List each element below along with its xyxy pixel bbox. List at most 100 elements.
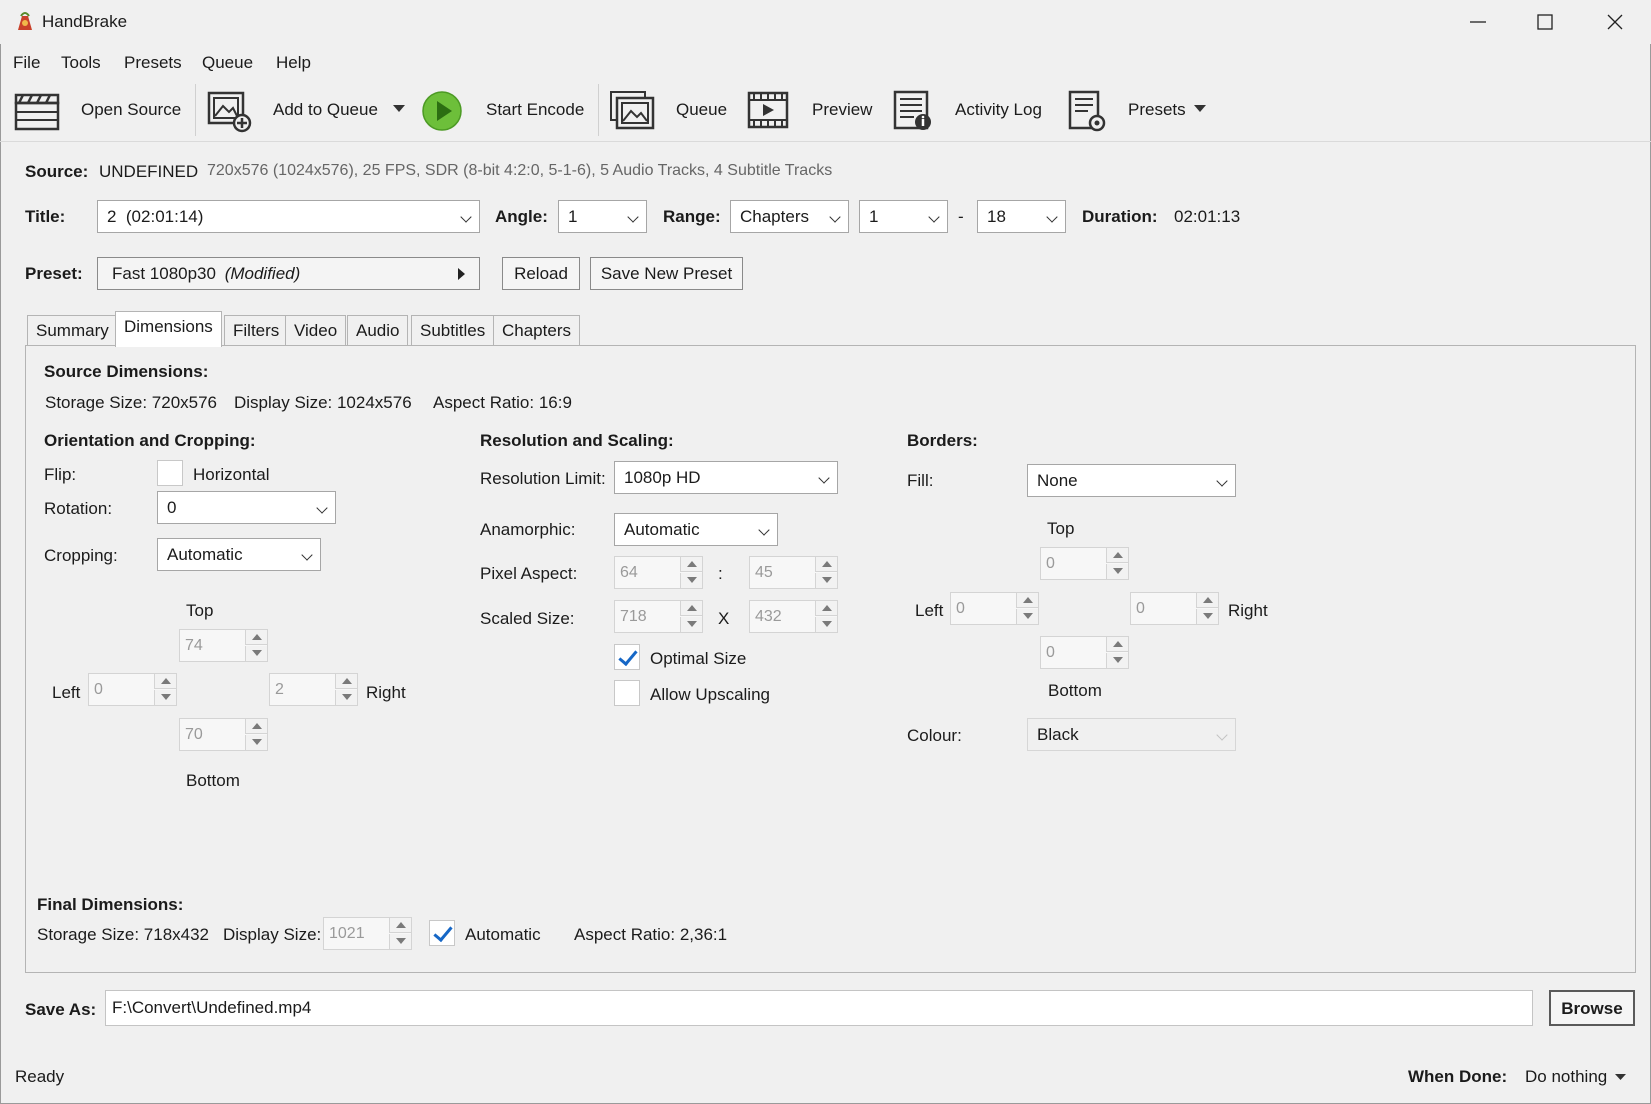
- status-text: Ready: [15, 1067, 65, 1086]
- activity-log-icon: [893, 90, 931, 130]
- spin-up-icon[interactable]: [245, 630, 267, 645]
- close-icon[interactable]: [1603, 10, 1627, 34]
- flip-horizontal-checkbox[interactable]: [157, 460, 183, 486]
- border-left-input[interactable]: 0: [950, 592, 1039, 625]
- spin-up-icon[interactable]: [335, 674, 357, 689]
- browse-button[interactable]: Browse: [1549, 990, 1635, 1026]
- rotation-select[interactable]: 0: [157, 491, 336, 524]
- spin-down-icon[interactable]: [815, 573, 837, 588]
- spin-up-icon[interactable]: [680, 601, 702, 616]
- range-end-select[interactable]: 18: [977, 200, 1066, 233]
- angle-label: Angle:: [495, 207, 548, 226]
- play-icon: [422, 91, 462, 131]
- flip-horizontal-label: Horizontal: [193, 465, 270, 484]
- spin-up-icon[interactable]: [1106, 548, 1128, 563]
- preset-modified: (Modified): [224, 264, 301, 283]
- menu-file[interactable]: File: [13, 53, 40, 73]
- crop-top-input[interactable]: 74: [179, 629, 268, 662]
- resolution-limit-value: 1080p HD: [624, 468, 701, 487]
- scaled-width-input[interactable]: 718: [614, 600, 703, 633]
- spin-up-icon[interactable]: [245, 719, 267, 734]
- border-top-input[interactable]: 0: [1040, 547, 1129, 580]
- menu-presets[interactable]: Presets: [124, 53, 182, 73]
- final-display-size-input[interactable]: 1021: [323, 917, 412, 950]
- pixel-aspect-width-input[interactable]: 64: [614, 556, 703, 589]
- tab-audio[interactable]: Audio: [347, 315, 409, 345]
- title-select[interactable]: 2 (02:01:14): [97, 200, 480, 233]
- spin-up-icon[interactable]: [389, 918, 411, 933]
- chevron-down-icon: [1216, 729, 1228, 741]
- source-name: UNDEFINED: [99, 162, 199, 181]
- save-new-preset-button[interactable]: Save New Preset: [590, 257, 743, 290]
- preset-selector[interactable]: Fast 1080p30 (Modified): [97, 257, 480, 290]
- final-automatic-checkbox[interactable]: [429, 920, 455, 946]
- tab-filters[interactable]: Filters: [224, 315, 289, 345]
- chevron-down-icon: [301, 549, 313, 561]
- spin-down-icon[interactable]: [335, 690, 357, 705]
- crop-bottom-input[interactable]: 70: [179, 718, 268, 751]
- reload-button[interactable]: Reload: [502, 257, 580, 290]
- pixel-aspect-height-input[interactable]: 45: [749, 556, 838, 589]
- menu-queue[interactable]: Queue: [202, 53, 253, 73]
- colour-select[interactable]: Black: [1027, 718, 1236, 751]
- save-as-label: Save As:: [25, 1000, 97, 1019]
- range-start-select[interactable]: 1: [859, 200, 948, 233]
- add-image-icon: [207, 91, 252, 133]
- spin-up-icon[interactable]: [680, 557, 702, 572]
- title-value: 2 (02:01:14): [107, 207, 204, 226]
- border-right-input[interactable]: 0: [1130, 592, 1219, 625]
- range-type-select[interactable]: Chapters: [730, 200, 849, 233]
- tab-summary[interactable]: Summary: [27, 315, 118, 345]
- border-bottom-input[interactable]: 0: [1040, 636, 1129, 669]
- preview-film-icon: [747, 91, 789, 129]
- spin-up-icon[interactable]: [154, 674, 176, 689]
- spin-down-icon[interactable]: [815, 617, 837, 632]
- caret-down-icon: [1614, 1074, 1626, 1081]
- save-as-path-input[interactable]: [105, 990, 1533, 1026]
- source-display-size: Display Size: 1024x576: [234, 393, 412, 412]
- border-left-label: Left: [915, 601, 944, 620]
- spin-down-icon[interactable]: [245, 735, 267, 750]
- spin-up-icon[interactable]: [815, 557, 837, 572]
- anamorphic-value: Automatic: [624, 520, 700, 539]
- queue-images-icon: [610, 91, 655, 130]
- spin-up-icon[interactable]: [815, 601, 837, 616]
- spin-down-icon[interactable]: [245, 646, 267, 661]
- allow-upscaling-checkbox[interactable]: [614, 680, 640, 706]
- crop-left-input[interactable]: 0: [88, 673, 177, 706]
- crop-right-input[interactable]: 2: [269, 673, 358, 706]
- tab-video[interactable]: Video: [285, 315, 347, 345]
- spin-down-icon[interactable]: [154, 690, 176, 705]
- spin-down-icon[interactable]: [1106, 564, 1128, 579]
- optimal-size-checkbox[interactable]: [614, 644, 640, 670]
- tab-subtitles[interactable]: Subtitles: [411, 315, 495, 345]
- angle-select[interactable]: 1: [558, 200, 647, 233]
- anamorphic-select[interactable]: Automatic: [614, 513, 778, 546]
- spin-down-icon[interactable]: [680, 617, 702, 632]
- spin-down-icon[interactable]: [1106, 653, 1128, 668]
- maximize-icon[interactable]: [1533, 10, 1557, 34]
- spin-up-icon[interactable]: [1196, 593, 1218, 608]
- spin-down-icon[interactable]: [1016, 609, 1038, 624]
- minimize-icon[interactable]: [1466, 10, 1490, 34]
- tab-dimensions[interactable]: Dimensions: [115, 311, 222, 347]
- tab-chapters[interactable]: Chapters: [493, 315, 580, 345]
- source-info: 720x576 (1024x576), 25 FPS, SDR (8-bit 4…: [207, 162, 833, 179]
- spin-down-icon[interactable]: [1196, 609, 1218, 624]
- menu-help[interactable]: Help: [276, 53, 311, 73]
- scaled-height-input[interactable]: 432: [749, 600, 838, 633]
- spin-down-icon[interactable]: [680, 573, 702, 588]
- spin-up-icon[interactable]: [1016, 593, 1038, 608]
- caret-down-icon[interactable]: [1194, 105, 1206, 113]
- crop-left-value: 0: [94, 681, 103, 698]
- cropping-select[interactable]: Automatic: [157, 538, 321, 571]
- scaled-width-value: 718: [620, 608, 647, 625]
- fill-select[interactable]: None: [1027, 464, 1236, 497]
- spin-up-icon[interactable]: [1106, 637, 1128, 652]
- rotation-value: 0: [167, 498, 177, 517]
- resolution-limit-select[interactable]: 1080p HD: [614, 461, 838, 494]
- spin-down-icon[interactable]: [389, 934, 411, 949]
- when-done-select[interactable]: Do nothing: [1525, 1067, 1626, 1087]
- menu-tools[interactable]: Tools: [61, 53, 101, 73]
- caret-down-icon[interactable]: [393, 105, 405, 113]
